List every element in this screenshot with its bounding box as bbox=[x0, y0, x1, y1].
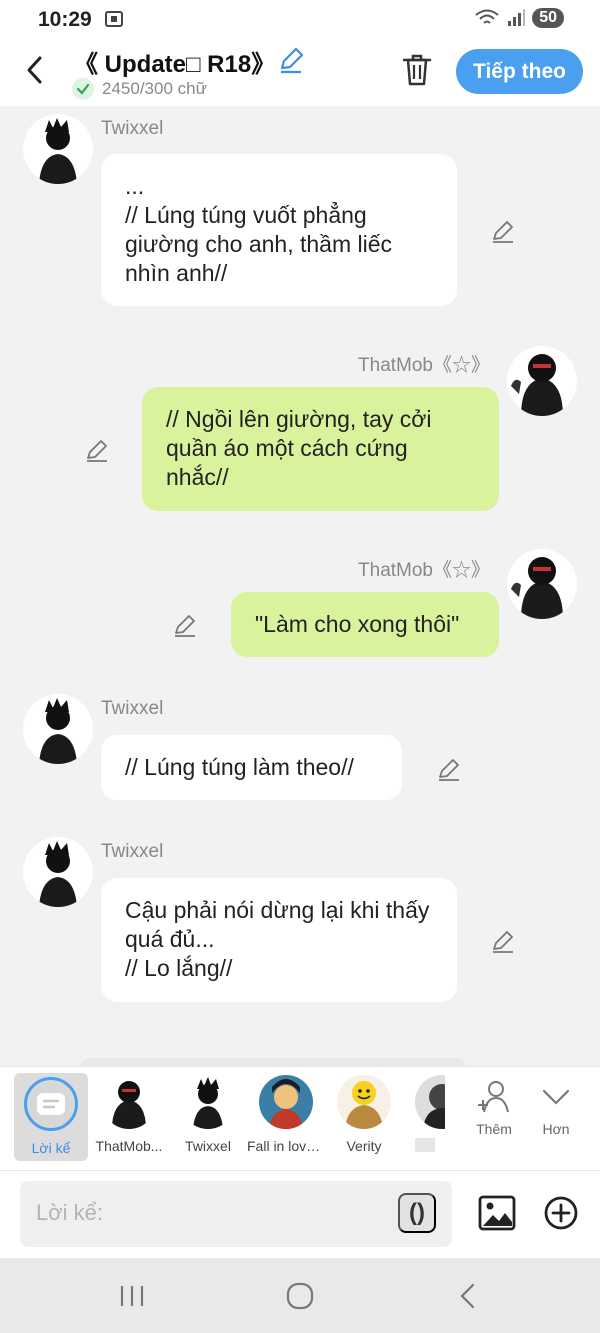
edit-message-icon[interactable] bbox=[436, 756, 462, 782]
back-icon[interactable] bbox=[20, 52, 52, 88]
edit-message-icon[interactable] bbox=[84, 437, 110, 463]
input-row: Lời kể: () bbox=[0, 1170, 600, 1258]
chat-area[interactable]: Twixxel ... // Lúng túng vuốt phẳng giườ… bbox=[0, 106, 600, 1066]
add-character-label: Thêm bbox=[476, 1121, 512, 1137]
avatar-partial bbox=[415, 1075, 445, 1129]
character-name-hidden bbox=[415, 1138, 435, 1152]
word-count-text: 2450/300 chữ bbox=[102, 79, 207, 98]
message-bubble[interactable]: ... // Lúng túng vuốt phẳng giường cho a… bbox=[101, 154, 457, 306]
recent-apps-icon[interactable] bbox=[117, 1282, 147, 1310]
sender-name: Twixxel bbox=[101, 698, 164, 719]
status-bar: 10:29 50 bbox=[0, 0, 600, 40]
chevron-down-icon bbox=[542, 1089, 570, 1105]
edit-message-icon[interactable] bbox=[172, 612, 198, 638]
system-nav-bar bbox=[0, 1258, 600, 1333]
input-placeholder: Lời kể: bbox=[36, 1200, 104, 1225]
sender-name: Twixxel bbox=[101, 841, 164, 862]
character-name: ThatMob... bbox=[95, 1138, 163, 1154]
narration-input[interactable]: Lời kể: () bbox=[20, 1181, 452, 1247]
nav-back-icon[interactable] bbox=[453, 1282, 483, 1310]
story-header: 《 Update□ R18》 2450/300 chữ Tiếp theo bbox=[0, 40, 600, 106]
battery-level: 50 bbox=[532, 8, 564, 28]
image-icon[interactable] bbox=[478, 1195, 516, 1231]
home-icon[interactable] bbox=[285, 1282, 315, 1310]
next-button[interactable]: Tiếp theo bbox=[456, 49, 583, 94]
character-narration[interactable]: Lời kể bbox=[14, 1073, 88, 1161]
avatar-thatmob bbox=[102, 1075, 156, 1129]
avatar[interactable] bbox=[507, 346, 577, 416]
status-time: 10:29 bbox=[38, 8, 92, 31]
avatar[interactable] bbox=[507, 549, 577, 619]
trash-icon[interactable] bbox=[400, 52, 434, 88]
narration-icon bbox=[24, 1077, 78, 1131]
more-characters-label: Hơn bbox=[542, 1121, 570, 1137]
avatar-fall-in-love bbox=[259, 1075, 313, 1129]
character-name: Twixxel bbox=[185, 1138, 231, 1154]
character-bar: Lời kể ThatMob... Twixxel Fall in love..… bbox=[0, 1066, 600, 1170]
sender-name: Twixxel bbox=[101, 118, 164, 139]
message-bubble[interactable]: Cậu phải nói dừng lại khi thấy quá đủ...… bbox=[101, 878, 457, 1002]
character-verity[interactable]: Verity bbox=[325, 1075, 403, 1154]
avatar[interactable] bbox=[23, 837, 93, 907]
edit-message-icon[interactable] bbox=[490, 218, 516, 244]
message-bubble[interactable]: // Ngồi lên giường, tay cởi quần áo một … bbox=[142, 387, 499, 511]
add-icon[interactable] bbox=[543, 1195, 579, 1231]
parentheses-button[interactable]: () bbox=[398, 1193, 436, 1233]
edit-message-icon[interactable] bbox=[490, 928, 516, 954]
character-name: Lời kể bbox=[31, 1140, 71, 1156]
character-thatmob[interactable]: ThatMob... bbox=[90, 1075, 168, 1154]
story-title[interactable]: 《 Update□ R18》 bbox=[74, 44, 275, 79]
add-character-button[interactable]: Thêm bbox=[464, 1079, 524, 1137]
sender-name: ThatMob《☆》 bbox=[358, 560, 490, 581]
message-bubble[interactable]: // Lúng túng làm theo// bbox=[101, 735, 402, 800]
character-name: Fall in love... bbox=[247, 1138, 325, 1154]
message-bubble[interactable]: "Làm cho xong thôi" bbox=[231, 592, 499, 657]
avatar-verity bbox=[337, 1075, 391, 1129]
check-icon bbox=[72, 78, 94, 100]
character-fall-in-love[interactable]: Fall in love... bbox=[247, 1075, 325, 1154]
word-count: 2450/300 chữ bbox=[72, 78, 207, 100]
signal-icon bbox=[508, 9, 526, 26]
avatar[interactable] bbox=[23, 114, 93, 184]
wifi-icon bbox=[475, 9, 499, 24]
character-partial[interactable] bbox=[405, 1075, 445, 1152]
add-person-icon bbox=[478, 1081, 509, 1113]
screenshot-icon bbox=[105, 11, 123, 27]
avatar-twixxel bbox=[181, 1075, 235, 1129]
sender-name: ThatMob《☆》 bbox=[358, 355, 490, 376]
character-name: Verity bbox=[346, 1138, 382, 1154]
more-characters-button[interactable]: Hơn bbox=[526, 1079, 586, 1137]
avatar[interactable] bbox=[23, 694, 93, 764]
next-bubble-peek bbox=[80, 1058, 466, 1066]
edit-title-icon[interactable] bbox=[277, 46, 305, 74]
character-twixxel[interactable]: Twixxel bbox=[169, 1075, 247, 1154]
